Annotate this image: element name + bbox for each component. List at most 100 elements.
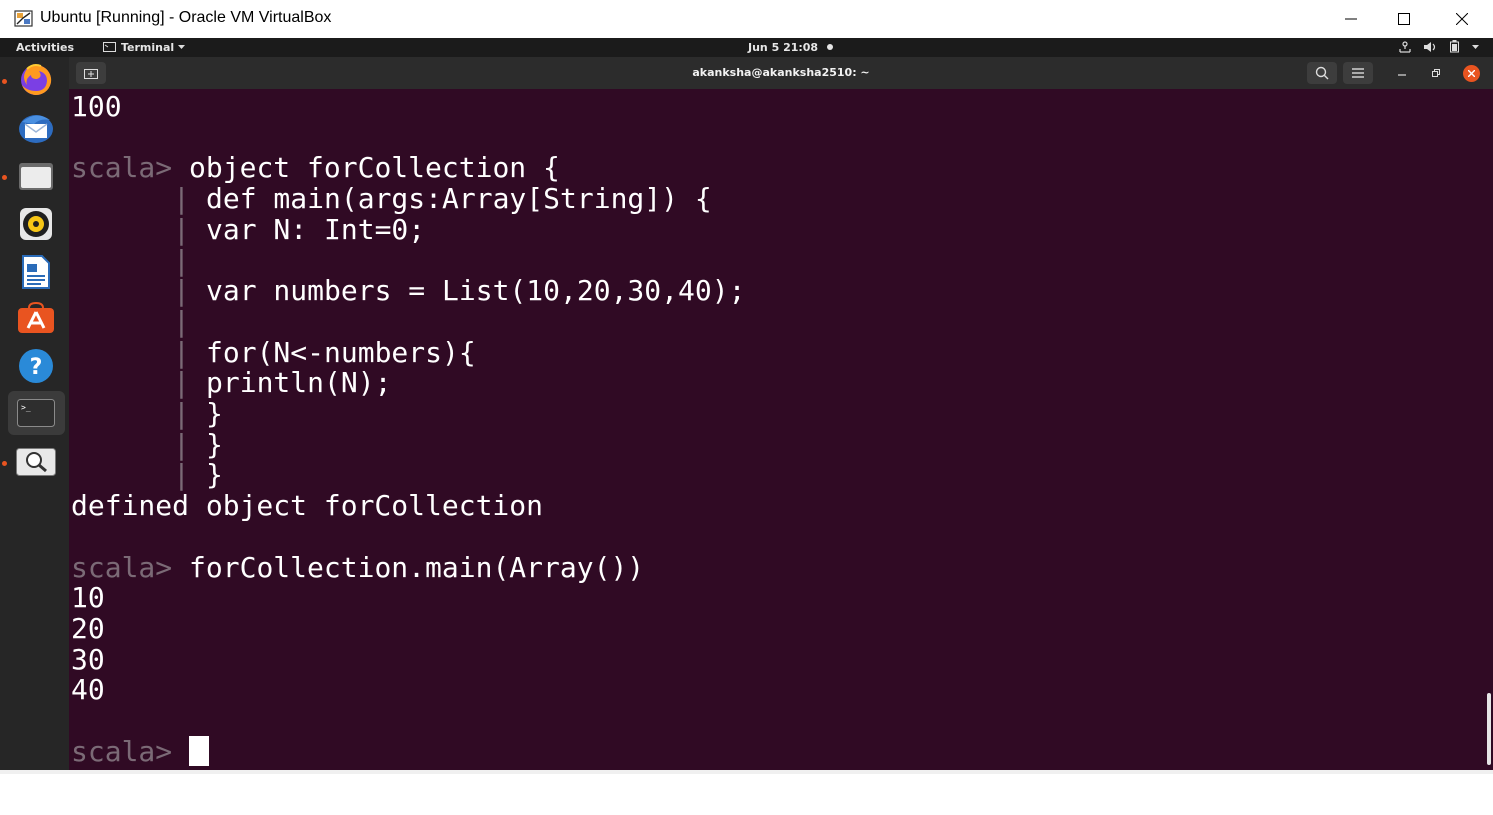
files-icon-wrap — [16, 158, 56, 194]
minimize-button[interactable] — [1324, 0, 1378, 38]
output-line: 100 — [71, 90, 122, 123]
terminal-icon-wrap: >_ — [16, 395, 56, 431]
terminal-output[interactable]: 100 scala> object forCollection {| def mai… — [69, 89, 1493, 770]
app-menu[interactable]: Terminal — [121, 41, 174, 54]
dock-item-terminal[interactable]: >_ — [8, 391, 65, 435]
dock-item-firefox[interactable] — [8, 58, 65, 102]
continuation-code: println(N); — [206, 366, 392, 399]
dock-item-files[interactable] — [8, 154, 65, 198]
terminal-scrollbar[interactable] — [1487, 693, 1491, 765]
system-menu-chevron-icon[interactable] — [1472, 45, 1479, 50]
image-viewer-icon-wrap — [16, 444, 56, 480]
svg-text:?: ? — [30, 355, 43, 380]
continuation-marker: | — [173, 458, 190, 491]
output-line: 30 — [71, 643, 105, 676]
output-line: 40 — [71, 673, 105, 706]
continuation-code: for(N<-numbers){ — [206, 336, 476, 369]
maximize-button[interactable] — [1377, 0, 1431, 38]
minimize-icon — [1398, 74, 1406, 76]
close-icon — [1468, 70, 1475, 77]
hamburger-menu-icon — [1352, 68, 1364, 78]
maximize-icon — [1398, 13, 1410, 25]
close-button[interactable] — [1435, 0, 1489, 38]
continuation-marker: | — [173, 305, 190, 338]
host-window-title: Ubuntu [Running] - Oracle VM VirtualBox — [40, 9, 332, 26]
terminal-icon: >_ — [17, 399, 55, 427]
output-line: defined object forCollection — [71, 489, 544, 522]
dock-item-rhythmbox[interactable] — [8, 202, 65, 246]
terminal-title: akanksha@akanksha2510: ~ — [692, 66, 870, 79]
thunderbird-icon-wrap — [16, 110, 56, 146]
writer-icon-wrap — [16, 254, 56, 290]
restore-icon — [1432, 69, 1440, 77]
continuation-marker: | — [173, 213, 190, 246]
firefox-icon-wrap — [16, 62, 56, 98]
continuation-code: def main(args:Array[String]) { — [206, 182, 712, 215]
text-cursor — [189, 736, 210, 766]
files-icon — [19, 163, 53, 190]
rhythmbox-icon-wrap — [16, 206, 56, 242]
prompt-line: scala> object forCollection { — [71, 152, 560, 183]
output-line: 20 — [71, 612, 105, 645]
command-text: forCollection.main(Array()) — [189, 551, 645, 584]
svg-text:>_: >_ — [21, 403, 31, 412]
dock-item-help[interactable]: ? — [8, 344, 65, 388]
help-icon-wrap: ? — [16, 348, 56, 384]
continuation-code: var N: Int=0; — [206, 213, 426, 246]
running-indicator — [2, 175, 7, 180]
minimize-icon — [1345, 18, 1357, 20]
clock[interactable]: Jun 5 21:08 — [748, 41, 818, 54]
terminal-restore-button[interactable] — [1427, 64, 1445, 82]
continuation-code: } — [206, 397, 223, 430]
terminal-header-bar: akanksha@akanksha2510: ~ — [69, 57, 1493, 89]
continuation-marker: | — [173, 366, 190, 399]
dock-item-thunderbird[interactable] — [8, 106, 65, 150]
hamburger-menu-button[interactable] — [1343, 62, 1373, 84]
close-icon — [1456, 13, 1468, 25]
terminal-minimize-button[interactable] — [1393, 64, 1411, 82]
firefox-icon — [21, 64, 52, 95]
software-center-icon — [18, 302, 54, 333]
continuation-marker: | — [173, 182, 190, 215]
app-menu-chevron-icon — [178, 45, 185, 49]
running-indicator — [2, 461, 7, 466]
rhythmbox-icon — [20, 208, 52, 240]
continuation-marker: | — [173, 428, 190, 461]
output-line: 10 — [71, 581, 105, 614]
terminal-menu-icon — [103, 42, 116, 52]
host-window-bottom-edge — [0, 770, 1493, 774]
prompt-line: scala> — [71, 735, 210, 768]
scala-prompt: scala> — [71, 151, 173, 184]
thunderbird-icon — [19, 115, 53, 143]
battery-icon[interactable] — [1450, 40, 1459, 53]
screenshot-viewer-icon — [16, 448, 56, 476]
continuation-marker: | — [173, 274, 190, 307]
continuation-code: var numbers = List(10,20,30,40); — [206, 274, 746, 307]
command-text: object forCollection { — [189, 151, 560, 184]
search-icon — [1315, 66, 1329, 80]
gnome-top-bar: Activities Terminal Jun 5 21:08 — [0, 38, 1493, 57]
virtualbox-icon — [14, 10, 33, 27]
show-applications-icon[interactable] — [22, 793, 50, 815]
continuation-marker: | — [173, 397, 190, 430]
help-icon: ? — [19, 349, 53, 383]
dock-item-software[interactable] — [8, 296, 65, 340]
search-button[interactable] — [1307, 62, 1337, 84]
dock-item-writer[interactable] — [8, 250, 65, 294]
dock-item-image-viewer[interactable] — [8, 440, 65, 484]
continuation-code: } — [206, 458, 223, 491]
libreoffice-writer-icon — [22, 255, 50, 289]
notification-dot-icon — [827, 44, 833, 50]
network-icon[interactable] — [1398, 41, 1412, 53]
running-indicator — [2, 79, 7, 84]
prompt-line: scala> forCollection.main(Array()) — [71, 552, 644, 583]
scala-prompt: scala> — [71, 551, 173, 584]
scala-prompt: scala> — [71, 735, 173, 768]
software-icon-wrap — [16, 300, 56, 336]
volume-icon[interactable] — [1423, 41, 1437, 53]
host-window-titlebar: Ubuntu [Running] - Oracle VM VirtualBox — [0, 0, 1493, 38]
continuation-marker: | — [173, 336, 190, 369]
continuation-code: } — [206, 428, 223, 461]
terminal-close-button[interactable] — [1463, 65, 1480, 82]
activities-button[interactable]: Activities — [16, 41, 74, 54]
